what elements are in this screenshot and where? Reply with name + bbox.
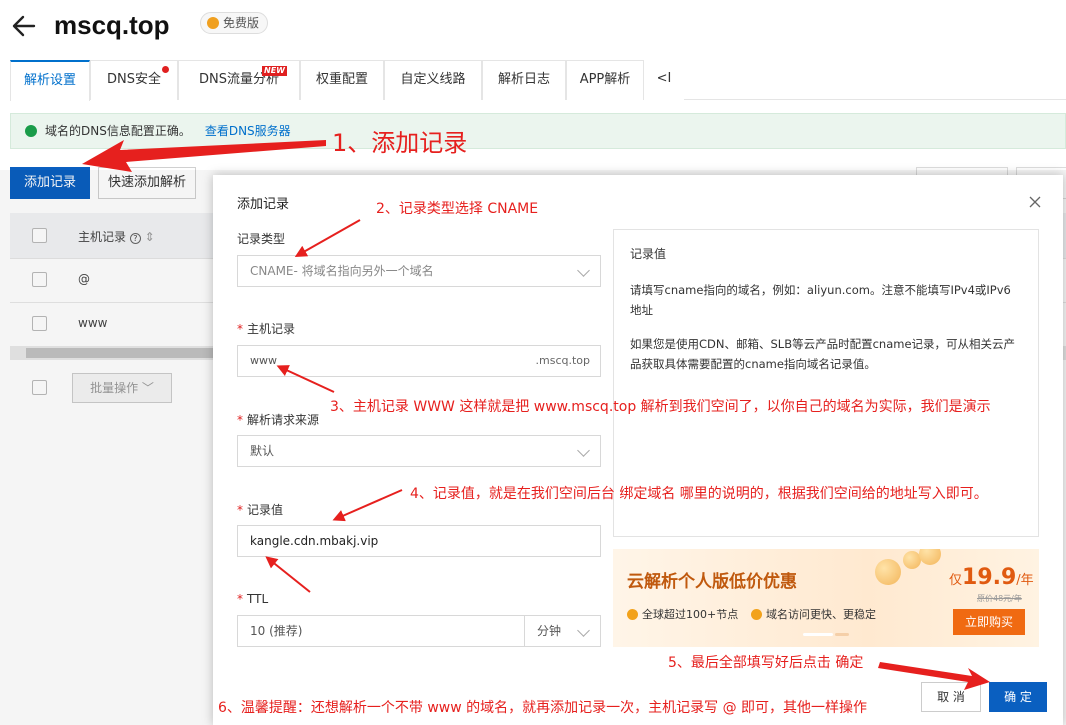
notification-dot [162,66,169,73]
record-type-value: CNAME- 将域名指向另外一个域名 [250,264,434,278]
cancel-button[interactable]: 取 消 [921,682,981,712]
close-icon[interactable] [1028,195,1042,209]
ttl-label: * TTL [237,592,268,606]
coin-decoration [875,559,901,585]
promo-banner[interactable]: 云解析个人版低价优惠 仅19.9/年 原价48元/年 全球超过100+节点 域名… [613,549,1039,647]
dialog-title: 添加记录 [237,197,290,212]
promo-title: 云解析个人版低价优惠 [627,572,797,592]
annotation-5: 5、最后全部填写好后点击 确定 [668,655,864,671]
edition-label: 免费版 [223,16,260,30]
value-label-text: 记录值 [247,503,284,517]
tab-bar: 解析设置 DNS安全 DNS流量分析 NEW 权重配置 自定义线路 解析日志 A… [10,60,1066,101]
badge-icon [751,608,762,620]
source-label: * 解析请求来源 [237,411,319,428]
ttl-unit-select[interactable]: 分钟 [524,615,601,647]
dns-status-notice: 域名的DNS信息配置正确。 查看DNS服务器 [10,113,1066,149]
tab-app-dns[interactable]: APP解析 [566,60,644,100]
ttl-label-text: TTL [247,592,269,606]
tab-dns-settings[interactable]: 解析设置 [10,60,90,101]
record-value-input[interactable]: kangle.cdn.mbakj.vip [237,525,601,557]
required-mark: * [237,503,243,517]
add-record-dialog: 添加记录 记录类型 CNAME- 将域名指向另外一个域名 * 主机记录 www .m… [213,175,1063,725]
required-mark: * [237,592,243,606]
price-prefix: 仅 [949,573,963,588]
feature-1-text: 全球超过100+节点 [642,608,739,621]
host-label-text: 主机记录 [247,322,296,336]
back-arrow-icon[interactable] [10,12,38,40]
tab-dns-log[interactable]: 解析日志 [482,60,566,100]
domain-suffix: .mscq.top [535,354,591,367]
annotation-6: 6、温馨提醒：还想解析一个不带 www 的域名，就再添加记录一次，主机记录写 @… [218,700,868,716]
help-paragraph-1: 请填写cname指向的域名，例如：aliyun.com。注意不能填写IPv4或I… [630,283,1011,317]
host-record-label: * 主机记录 [237,320,295,337]
required-mark: * [237,413,243,427]
help-title: 记录值 [630,247,667,261]
chevron-down-icon [577,444,590,457]
record-value-label: * 记录值 [237,501,283,518]
carousel-indicator[interactable] [835,633,849,636]
promo-feature-1: 全球超过100+节点 [627,606,738,622]
record-type-select[interactable]: CNAME- 将域名指向另外一个域名 [237,255,601,287]
domain-title: mscq.top [54,10,170,40]
annotation-1: 1、添加记录 [332,129,468,157]
annotation-3: 3、主机记录 WWW 这样就是把 www.mscq.top 解析到我们空间了，以… [330,399,991,415]
record-type-label: 记录类型 [237,232,286,246]
check-circle-icon [25,125,37,137]
host-record-input[interactable]: www .mscq.top [237,345,601,377]
price-value: 19.9 [962,565,1017,590]
notice-text: 域名的DNS信息配置正确。 [45,124,191,138]
promo-feature-2: 域名访问更快、更稳定 [751,606,876,622]
edition-badge: 免费版 [200,12,269,34]
price-unit: /年 [1016,573,1034,588]
chevron-down-icon [577,624,590,637]
confirm-button[interactable]: 确 定 [989,682,1047,712]
ttl-unit: 分钟 [537,624,562,638]
host-value: www [250,354,277,367]
source-label-text: 解析请求来源 [247,413,320,427]
page: mscq.top 免费版 解析设置 DNS安全 DNS流量分析 NEW 权重配置… [0,0,1066,725]
annotation-2: 2、记录类型选择 CNAME [376,201,539,217]
help-paragraph-2: 如果您是使用CDN、邮箱、SLB等云产品时配置cname记录，可从相关云产品获取… [630,337,1016,371]
coin-decoration [919,549,941,565]
tab-scroll-left[interactable]: <I [644,60,684,100]
feature-2-text: 域名访问更快、更稳定 [766,608,876,621]
tab-custom-line[interactable]: 自定义线路 [384,60,482,100]
annotation-4: 4、记录值，就是在我们空间后台 绑定域名 哪里的说明的，根据我们空间给的地址写入… [410,486,988,502]
badge-icon [627,608,638,620]
ttl-value-select[interactable]: 10 (推荐) [237,615,525,647]
original-price: 原价48元/年 [977,594,1022,603]
chevron-down-icon [577,264,590,277]
view-dns-servers-link[interactable]: 查看DNS服务器 [205,124,291,138]
shield-icon [207,17,219,29]
source-select[interactable]: 默认 [237,435,601,467]
carousel-indicator-active[interactable] [803,633,833,636]
new-badge: NEW [262,66,287,76]
tab-weight[interactable]: 权重配置 [300,60,384,100]
required-mark: * [237,322,243,336]
promo-price: 仅19.9/年 [949,565,1034,590]
buy-now-button[interactable]: 立即购买 [953,609,1025,635]
source-value: 默认 [250,444,275,458]
